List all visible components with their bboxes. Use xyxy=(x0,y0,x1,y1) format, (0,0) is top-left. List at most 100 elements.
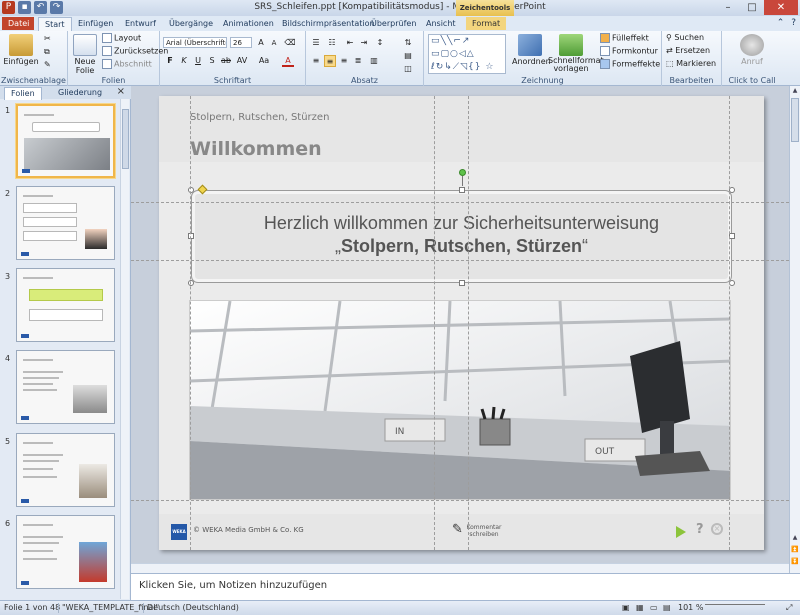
fit-to-window-icon[interactable]: ⤢ xyxy=(786,603,792,613)
find-button[interactable]: ⚲ Suchen xyxy=(666,33,704,42)
line-spacing-icon[interactable]: ↕ xyxy=(374,37,386,49)
change-case-icon[interactable]: Aa xyxy=(258,55,270,67)
rotation-handle[interactable] xyxy=(459,169,466,176)
tab-gliederung[interactable]: Gliederung xyxy=(52,87,108,99)
resize-handle-bl[interactable] xyxy=(188,280,194,286)
increase-indent-icon[interactable]: ⇥ xyxy=(358,37,370,49)
normal-view-icon[interactable]: ▣ xyxy=(622,603,630,612)
text-direction-icon[interactable]: ⇅ xyxy=(402,37,414,49)
resize-handle-b[interactable] xyxy=(459,280,465,286)
maximize-button[interactable]: □ xyxy=(740,0,764,15)
numbering-icon[interactable]: ☷ xyxy=(326,37,338,49)
arrange-button[interactable]: Anordnen xyxy=(512,34,548,66)
clear-format-icon[interactable]: ⌫ xyxy=(284,37,296,49)
underline-icon[interactable]: U xyxy=(192,55,204,67)
select-button[interactable]: ⬚ Markieren xyxy=(666,59,716,68)
call-button[interactable]: Anruf xyxy=(734,34,770,66)
shape-effects-button[interactable]: Formeffekte xyxy=(600,59,660,69)
zoom-slider[interactable] xyxy=(705,604,765,614)
tab-ansicht[interactable]: Ansicht xyxy=(426,17,456,30)
write-comment-button[interactable]: ✎ Kommentar schreiben xyxy=(454,520,514,544)
scroll-down-icon[interactable]: ▲ xyxy=(790,534,800,541)
font-color-icon[interactable]: A xyxy=(282,55,294,67)
align-left-icon[interactable]: ≡ xyxy=(310,55,322,67)
close-panel-icon[interactable]: × xyxy=(117,86,125,97)
paste-button[interactable]: Einfügen xyxy=(3,34,39,66)
play-icon[interactable] xyxy=(676,526,686,538)
tab-uebergaenge[interactable]: Übergänge xyxy=(169,17,213,30)
office-desk-photo[interactable]: IN OUT xyxy=(189,300,731,500)
close-circle-icon[interactable]: × xyxy=(711,523,723,535)
tab-start[interactable]: Start xyxy=(38,17,72,31)
font-size-combo[interactable]: 26 xyxy=(230,37,252,48)
vertical-scrollbar[interactable]: ▲ ▲ ⏫ ⏬ xyxy=(789,86,800,573)
bullets-icon[interactable]: ☰ xyxy=(310,37,322,49)
resize-handle-t[interactable] xyxy=(459,187,465,193)
help-icon[interactable]: ? xyxy=(696,522,704,537)
shadow-icon[interactable]: S xyxy=(206,55,218,67)
tab-ueberpruefen[interactable]: Überprüfen xyxy=(371,17,416,30)
shape-fill-button[interactable]: Fülleffekt xyxy=(600,33,649,43)
thumbnail-scrollbar[interactable] xyxy=(120,99,129,599)
shapes-gallery[interactable]: ▭╲╲⌐↗ ▭▢○◁△ℓ↻↳⟋◹{} ☆ xyxy=(428,34,506,74)
tab-animationen[interactable]: Animationen xyxy=(223,17,274,30)
slide-thumbnail-6[interactable] xyxy=(16,515,115,589)
thumbnail-scroll-thumb[interactable] xyxy=(122,109,129,169)
notes-pane[interactable]: Klicken Sie, um Notizen hinzuzufügen xyxy=(131,573,800,600)
vertical-scroll-thumb[interactable] xyxy=(791,98,799,142)
justify-icon[interactable]: ≣ xyxy=(352,55,364,67)
slide-canvas[interactable]: Stolpern, Rutschen, Stürzen Willkommen H… xyxy=(159,96,764,550)
quick-styles-button[interactable]: Schnellformat-vorlagen xyxy=(548,34,594,73)
theme-name[interactable]: "WEKA_TEMPLATE_final" xyxy=(62,603,159,612)
decrease-indent-icon[interactable]: ⇤ xyxy=(344,37,356,49)
columns-icon[interactable]: ▥ xyxy=(368,55,380,67)
shrink-font-icon[interactable]: A xyxy=(268,37,280,49)
horizontal-scrollbar[interactable] xyxy=(131,563,789,573)
reading-view-icon[interactable]: ▭ xyxy=(650,603,658,612)
align-center-icon[interactable]: ≡ xyxy=(324,55,336,67)
tab-folien[interactable]: Folien xyxy=(4,87,42,100)
layout-button[interactable]: Layout xyxy=(102,33,141,43)
close-button[interactable]: ✕ xyxy=(764,0,798,15)
slide-sorter-icon[interactable]: ▦ xyxy=(636,603,644,612)
minimize-ribbon-icon[interactable]: ⌃ xyxy=(777,18,785,28)
font-name-combo[interactable]: Arial (Überschrifte xyxy=(163,37,227,48)
zoom-level[interactable]: 101 % xyxy=(678,603,703,612)
strikethrough-icon[interactable]: ab xyxy=(220,55,232,67)
help-icon[interactable]: ? xyxy=(791,18,796,28)
previous-slide-icon[interactable]: ⏫ xyxy=(790,546,800,553)
smartart-icon[interactable]: ◫ xyxy=(402,63,414,75)
replace-button[interactable]: ⇄ Ersetzen xyxy=(666,46,710,55)
next-slide-icon[interactable]: ⏬ xyxy=(790,558,800,565)
align-text-icon[interactable]: ▤ xyxy=(402,50,414,62)
cut-icon[interactable]: ✂ xyxy=(44,34,51,43)
slide-breadcrumb[interactable]: Stolpern, Rutschen, Stürzen xyxy=(190,112,329,123)
resize-handle-tl[interactable] xyxy=(188,187,194,193)
spacing-icon[interactable]: AV xyxy=(236,55,248,67)
tab-bildschirmpraesentation[interactable]: Bildschirmpräsentation xyxy=(282,17,375,30)
italic-icon[interactable]: K xyxy=(178,55,190,67)
bold-icon[interactable]: F xyxy=(164,55,176,67)
slideshow-icon[interactable]: ▤ xyxy=(663,603,671,612)
slide-thumbnail-5[interactable] xyxy=(16,433,115,507)
slide-thumbnail-1[interactable] xyxy=(16,104,115,178)
shape-outline-button[interactable]: Formkontur xyxy=(600,46,658,56)
section-button[interactable]: Abschnitt xyxy=(102,59,152,69)
tab-entwurf[interactable]: Entwurf xyxy=(125,17,156,30)
tab-einfuegen[interactable]: Einfügen xyxy=(78,17,113,30)
new-slide-button[interactable]: Neue Folie xyxy=(70,34,100,75)
scroll-up-icon[interactable]: ▲ xyxy=(790,87,800,94)
minimize-button[interactable]: – xyxy=(716,0,740,15)
tab-format[interactable]: Format xyxy=(466,17,506,30)
format-painter-icon[interactable]: ✎ xyxy=(44,60,51,69)
tab-datei[interactable]: Datei xyxy=(2,17,34,30)
copy-icon[interactable]: ⧉ xyxy=(44,47,50,57)
reset-button[interactable]: Zurücksetzen xyxy=(102,46,168,56)
slide-title[interactable]: Willkommen xyxy=(190,138,322,160)
align-right-icon[interactable]: ≡ xyxy=(338,55,350,67)
language-indicator[interactable]: Deutsch (Deutschland) xyxy=(147,603,239,612)
resize-handle-l[interactable] xyxy=(188,233,194,239)
slide-thumbnail-3[interactable] xyxy=(16,268,115,342)
slide-thumbnail-2[interactable] xyxy=(16,186,115,260)
welcome-textbox[interactable]: Herzlich willkommen zur Sicherheitsunter… xyxy=(191,190,732,283)
